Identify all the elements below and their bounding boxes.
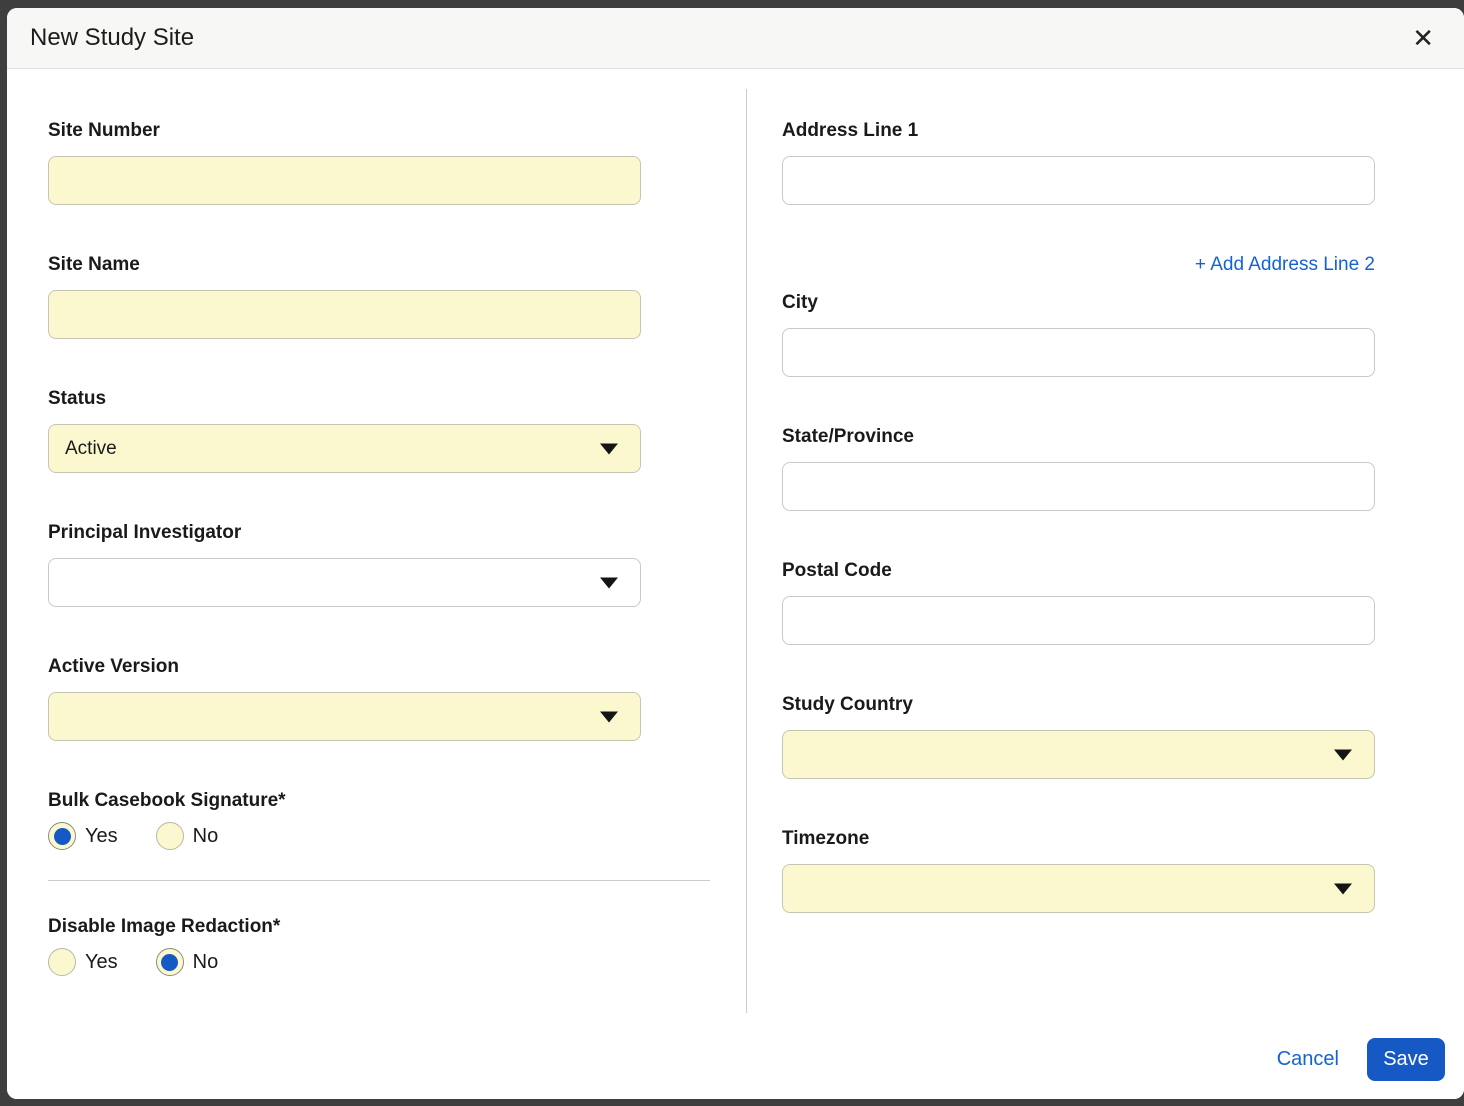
status-select[interactable]: Active xyxy=(48,424,641,473)
address-line-1-input[interactable] xyxy=(782,156,1375,205)
add-address-line-2-link[interactable]: + Add Address Line 2 xyxy=(1195,254,1375,275)
timezone-select[interactable] xyxy=(782,864,1375,913)
address-line-1-group: Address Line 1 xyxy=(782,119,1375,205)
radio-button-icon xyxy=(156,948,184,976)
city-input[interactable] xyxy=(782,328,1375,377)
postal-code-input[interactable] xyxy=(782,596,1375,645)
radio-label: No xyxy=(193,951,219,974)
radio-label: Yes xyxy=(85,825,118,848)
principal-investigator-group: Principal Investigator xyxy=(48,521,641,607)
timezone-group: Timezone xyxy=(782,827,1375,913)
radio-button-icon xyxy=(48,822,76,850)
study-country-group: Study Country xyxy=(782,693,1375,779)
add-address-line-2-row: + Add Address Line 2 xyxy=(782,253,1375,277)
state-province-input[interactable] xyxy=(782,462,1375,511)
state-province-group: State/Province xyxy=(782,425,1375,511)
site-name-group: Site Name xyxy=(48,253,641,339)
principal-investigator-label: Principal Investigator xyxy=(48,521,641,544)
disable-image-redaction-label: Disable Image Redaction* xyxy=(48,915,746,938)
address-line-1-label: Address Line 1 xyxy=(782,119,1375,142)
bulk-casebook-yes-radio[interactable]: Yes xyxy=(48,822,118,850)
cancel-button[interactable]: Cancel xyxy=(1277,1048,1339,1071)
active-version-group: Active Version xyxy=(48,655,641,741)
chevron-down-icon xyxy=(1334,749,1352,760)
site-number-input[interactable] xyxy=(48,156,641,205)
principal-investigator-select[interactable] xyxy=(48,558,641,607)
save-button[interactable]: Save xyxy=(1367,1038,1445,1081)
dialog-body: Site Number Site Name Status Active Prin… xyxy=(7,69,1464,1020)
active-version-label: Active Version xyxy=(48,655,641,678)
status-label: Status xyxy=(48,387,641,410)
timezone-label: Timezone xyxy=(782,827,1375,850)
active-version-select[interactable] xyxy=(48,692,641,741)
bulk-casebook-signature-group: Bulk Casebook Signature* Yes No xyxy=(48,789,746,850)
chevron-down-icon xyxy=(600,443,618,454)
section-divider xyxy=(48,880,710,881)
close-icon[interactable]: ✕ xyxy=(1412,25,1434,51)
radio-label: Yes xyxy=(85,951,118,974)
site-number-label: Site Number xyxy=(48,119,641,142)
site-name-input[interactable] xyxy=(48,290,641,339)
chevron-down-icon xyxy=(1334,883,1352,894)
disable-image-redaction-no-radio[interactable]: No xyxy=(156,948,219,976)
city-group: City xyxy=(782,291,1375,377)
postal-code-group: Postal Code xyxy=(782,559,1375,645)
disable-image-redaction-group: Disable Image Redaction* Yes No xyxy=(48,915,746,976)
status-group: Status Active xyxy=(48,387,641,473)
left-column: Site Number Site Name Status Active Prin… xyxy=(7,69,746,1020)
chevron-down-icon xyxy=(600,711,618,722)
postal-code-label: Postal Code xyxy=(782,559,1375,582)
study-country-label: Study Country xyxy=(782,693,1375,716)
bulk-casebook-signature-radios: Yes No xyxy=(48,822,746,850)
study-country-select[interactable] xyxy=(782,730,1375,779)
state-province-label: State/Province xyxy=(782,425,1375,448)
disable-image-redaction-yes-radio[interactable]: Yes xyxy=(48,948,118,976)
dialog-title: New Study Site xyxy=(30,24,194,52)
site-number-group: Site Number xyxy=(48,119,641,205)
radio-button-icon xyxy=(48,948,76,976)
new-study-site-dialog: New Study Site ✕ Site Number Site Name S… xyxy=(7,8,1464,1099)
radio-button-icon xyxy=(156,822,184,850)
chevron-down-icon xyxy=(600,577,618,588)
bulk-casebook-signature-label: Bulk Casebook Signature* xyxy=(48,789,746,812)
status-select-value: Active xyxy=(65,438,117,460)
bulk-casebook-no-radio[interactable]: No xyxy=(156,822,219,850)
dialog-header: New Study Site ✕ xyxy=(7,8,1464,69)
right-column: Address Line 1 + Add Address Line 2 City… xyxy=(746,69,1464,1020)
city-label: City xyxy=(782,291,1375,314)
column-divider xyxy=(746,89,747,1013)
radio-label: No xyxy=(193,825,219,848)
dialog-footer: Cancel Save xyxy=(7,1020,1464,1099)
disable-image-redaction-radios: Yes No xyxy=(48,948,746,976)
site-name-label: Site Name xyxy=(48,253,641,276)
